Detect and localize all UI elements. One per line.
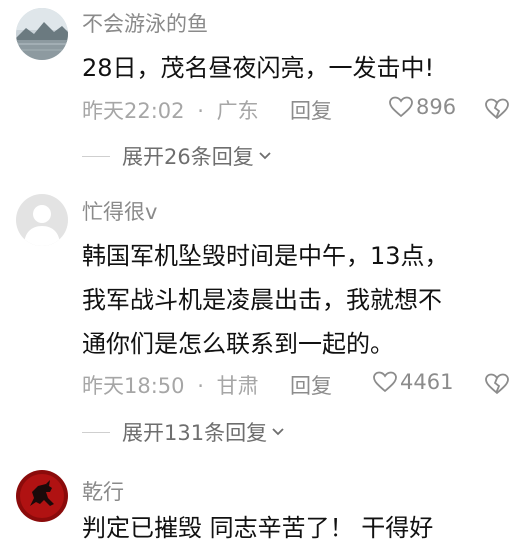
chevron-down-icon bbox=[272, 428, 284, 436]
comment-text: 判定已摧毁 同志辛苦了！ 干得好 bbox=[82, 506, 512, 550]
divider bbox=[82, 431, 110, 433]
meta-separator: · bbox=[197, 99, 204, 123]
broken-heart-icon bbox=[485, 98, 509, 120]
landscape-avatar-icon bbox=[16, 8, 68, 60]
username[interactable]: 忙得很v bbox=[82, 196, 157, 226]
comment-text-line: 28日，茂名昼夜闪亮，一发击中! bbox=[82, 54, 435, 82]
meta-separator: · bbox=[197, 374, 204, 398]
username[interactable]: 不会游泳的鱼 bbox=[82, 8, 208, 38]
dislike-button[interactable] bbox=[484, 97, 510, 126]
expand-replies-label: 展开131条回复 bbox=[122, 421, 268, 445]
username[interactable]: 乾行 bbox=[82, 476, 124, 506]
comment-time-location: 昨天22:02 · 广东 bbox=[82, 95, 259, 125]
broken-heart-icon bbox=[485, 373, 509, 395]
comment-text-line: 韩国军机坠毁时间是中午，13点， bbox=[82, 242, 449, 270]
heart-icon bbox=[389, 96, 413, 118]
avatar[interactable] bbox=[16, 194, 68, 246]
reply-button[interactable]: 回复 bbox=[290, 95, 332, 125]
default-user-avatar-icon bbox=[16, 194, 68, 246]
comment-text-line: 我军战斗机是凌晨出击，我就想不 bbox=[82, 286, 442, 314]
like-count: 4461 bbox=[400, 370, 454, 394]
avatar[interactable] bbox=[16, 470, 68, 522]
like-button[interactable]: 896 bbox=[388, 95, 456, 119]
comment-time-location: 昨天18:50 · 甘肃 bbox=[82, 370, 259, 400]
expand-replies-label: 展开26条回复 bbox=[122, 145, 254, 169]
chevron-down-icon bbox=[259, 152, 271, 160]
avatar[interactable] bbox=[16, 8, 68, 60]
red-horse-avatar-icon bbox=[16, 470, 68, 522]
divider bbox=[82, 155, 110, 157]
comment-meta: 昨天18:50 · 甘肃 回复 4461 bbox=[82, 370, 516, 400]
comment-time: 昨天18:50 bbox=[82, 374, 185, 398]
heart-icon bbox=[373, 371, 397, 393]
reply-button[interactable]: 回复 bbox=[290, 370, 332, 400]
expand-replies[interactable]: 展开131条回复 bbox=[82, 417, 285, 447]
comment-text: 韩国军机坠毁时间是中午，13点， 我军战斗机是凌晨出击，我就想不 通你们是怎么联… bbox=[82, 234, 512, 366]
dislike-button[interactable] bbox=[484, 372, 510, 401]
comment-location: 广东 bbox=[216, 99, 259, 123]
like-count: 896 bbox=[416, 95, 457, 119]
comment-meta: 昨天22:02 · 广东 回复 896 bbox=[82, 95, 516, 125]
expand-replies[interactable]: 展开26条回复 bbox=[82, 141, 272, 171]
comment-text: 28日，茂名昼夜闪亮，一发击中! bbox=[82, 46, 512, 90]
comment-text-line: 判定已摧毁 同志辛苦了！ 干得好 bbox=[82, 514, 434, 542]
comment-text-line: 通你们是怎么联系到一起的。 bbox=[82, 330, 394, 358]
comment-location: 甘肃 bbox=[216, 374, 259, 398]
comment-time: 昨天22:02 bbox=[82, 99, 185, 123]
like-button[interactable]: 4461 bbox=[372, 370, 453, 394]
